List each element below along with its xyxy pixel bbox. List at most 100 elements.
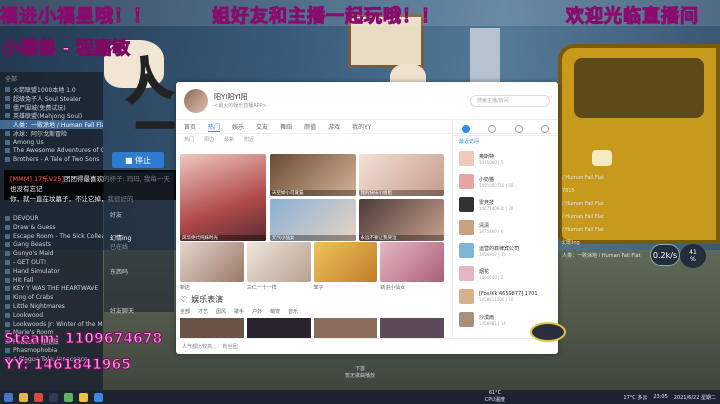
stream-card[interactable]: 我的快乐小姐姐 (358, 154, 444, 196)
steam-game-item[interactable]: Gunyo's Maid (0, 249, 103, 258)
section-tab[interactable]: 歌手 (234, 308, 244, 315)
cpu-temp: 61°C CPU温度 (480, 390, 510, 404)
section-tab[interactable]: 萌宠 (270, 308, 280, 315)
contact-avatar (459, 312, 474, 327)
contact-item[interactable]: [Fox/Kk 4659877] 1701 1458811500 | 16 (453, 285, 558, 308)
card-caption: 笨子 (313, 285, 324, 291)
subtab[interactable]: 热门 (184, 136, 194, 143)
contact-text: 清清 1475400 | 6 (479, 222, 503, 234)
steam-game-item[interactable]: DEVOUR (0, 214, 103, 223)
tab-7[interactable]: 我的YY (352, 122, 371, 131)
steam-game-item[interactable]: Little Nightmares (0, 302, 103, 311)
contact-item[interactable]: 小奶猫 1495000750 | 30 (453, 170, 558, 193)
danmu-bar: 福进小福星哦！！ 姐好友和主播一起玩哦！！ 欢迎光临直播间 (0, 0, 720, 28)
tab-2[interactable]: 娱乐 (232, 122, 244, 131)
section-tab[interactable]: 全部 (180, 308, 190, 315)
stream-card[interactable]: 天空娇小可爱猫 (270, 154, 356, 196)
stream-card[interactable] (246, 242, 311, 282)
start-icon[interactable] (4, 392, 13, 402)
stream-card[interactable] (313, 242, 378, 282)
featured-stream-card[interactable]: 风华绝代纯妹时光 (180, 154, 266, 241)
avatar[interactable] (184, 88, 208, 113)
tab-1[interactable]: 热门 (208, 122, 221, 132)
steam-game-item[interactable]: - GET OUT! (0, 258, 103, 267)
steam-game-item[interactable]: Escape Room - The Sick Colleague (0, 232, 103, 241)
steam-game-label: Escape Room - The Sick Colleague (13, 232, 103, 240)
app-icon[interactable] (34, 392, 43, 402)
tab-3[interactable]: 交友 (256, 122, 268, 131)
section-tab[interactable]: 国风 (216, 308, 226, 315)
game-icon (5, 157, 10, 163)
stream-card[interactable]: 元气小仙女 (270, 199, 356, 241)
app-icon[interactable] (64, 392, 73, 402)
steam-game-item[interactable]: Hit Fall (0, 276, 103, 285)
side-tabs (453, 122, 558, 136)
steam-game-item[interactable]: 冰球：阿尔戈斯冒险 (0, 129, 103, 138)
contact-item[interactable]: 清清 1475400 | 6 (453, 216, 558, 239)
steam-game-item[interactable]: Among Us (0, 138, 103, 147)
steam-game-item[interactable]: KEY Y WAS THE HEARTWAVE (0, 285, 103, 294)
steam-game-item[interactable]: 人类：一败涂地 / Human Fall Flat (0, 120, 103, 129)
steam-game-item[interactable]: The Awesome Adventures of Captain (0, 147, 103, 156)
stream-card[interactable] (380, 242, 444, 282)
steam-game-label: Among Us (13, 138, 44, 146)
game-bus-window (574, 58, 704, 118)
section-tab[interactable]: 音乐 (288, 308, 298, 315)
message-icon[interactable] (540, 124, 549, 133)
streamer-name: 小猎兽 - 程嘉敏 (1, 38, 131, 60)
stream-thumb[interactable] (180, 318, 244, 338)
friend-user[interactable]: 幻情ing (110, 233, 168, 242)
section-tab[interactable]: 户外 (252, 308, 262, 315)
steam-game-item[interactable]: Gang Beasts (0, 241, 103, 250)
subtab[interactable]: 附近 (244, 136, 254, 143)
subtab[interactable]: 周边 (204, 136, 214, 143)
steam-game-item[interactable]: 英雄联盟(Mahjong Soul) (0, 111, 103, 120)
contact-item[interactable]: 奥斯特 1475000 | 5 (453, 147, 558, 170)
stream-thumb[interactable] (313, 318, 378, 338)
tab-0[interactable]: 首页 (184, 122, 196, 131)
steam-game-item[interactable]: Draw & Guess (0, 223, 103, 232)
stream-card[interactable]: 永远不要让我哭泣 (358, 199, 444, 241)
yy-icon[interactable] (79, 392, 88, 402)
right-chat-list: / Human Fall Flat 7815 / Human Fall Flat / … (544, 172, 664, 332)
group-icon[interactable] (514, 124, 523, 133)
footer-hint[interactable]: 粉丝团 (223, 343, 238, 350)
stop-button[interactable]: ■ 停止 (112, 152, 164, 168)
steam-game-item[interactable]: Phasmophobia (0, 346, 103, 355)
game-icon (5, 242, 10, 248)
contact-item[interactable]: 烟花 1466640 | 2 (453, 262, 558, 285)
tab-6[interactable]: 游戏 (328, 122, 340, 131)
stream-thumb[interactable] (380, 318, 444, 338)
folder-icon[interactable] (19, 392, 28, 402)
section-tab[interactable]: 才艺 (198, 308, 208, 315)
friends-panel: 好友 幻情ing 已在线 东西吗 好友聊天 (104, 172, 174, 315)
friend-hint: 好友聊天 (110, 308, 135, 315)
steam-game-label: Gunyo's Maid (13, 250, 54, 258)
user-icon[interactable] (488, 124, 497, 133)
steam-game-item[interactable]: 僵尸围城(免费试玩) (0, 103, 103, 111)
steam-icon[interactable] (49, 392, 58, 402)
browser-icon[interactable] (94, 392, 103, 402)
steam-game-item[interactable]: 火箭联盟1000本地 1.0 (0, 85, 103, 94)
tab-4[interactable]: 舞蹈 (280, 122, 292, 131)
steam-game-item[interactable]: 超级兔子人 Soul Stealer (0, 94, 103, 103)
contact-item[interactable]: 雷竞技 1467140930 | 30 (453, 193, 558, 216)
steam-game-item[interactable]: Brothers - A Tale of Two Sons (0, 155, 103, 164)
stream-strip (180, 318, 444, 338)
steam-game-item[interactable]: Hand Simulator (0, 267, 103, 276)
stream-card[interactable] (180, 242, 244, 282)
stream-thumb[interactable] (246, 318, 311, 338)
steam-game-item[interactable]: Lookwoods Jr: Winter of the Melodies (0, 320, 103, 329)
home-icon[interactable] (462, 124, 471, 133)
subtab[interactable]: 最新 (224, 136, 234, 143)
steam-game-item[interactable]: Lookwood (0, 311, 103, 320)
game-icon (5, 286, 10, 292)
steam-game-item[interactable]: King of Crabs (0, 293, 103, 302)
tab-5[interactable]: 颜值 (304, 122, 316, 131)
contact-item[interactable]: 运营的菲律宾公司 1456907 | 15 (453, 239, 558, 262)
chat-line: / Human Fall Flat (562, 214, 605, 220)
game-icon (5, 148, 10, 154)
heart-icon: ♡ (180, 295, 188, 304)
app-title: 阳YI阳YI阳 (214, 93, 248, 101)
search-input[interactable]: 搜索主播/房间 (470, 94, 550, 107)
